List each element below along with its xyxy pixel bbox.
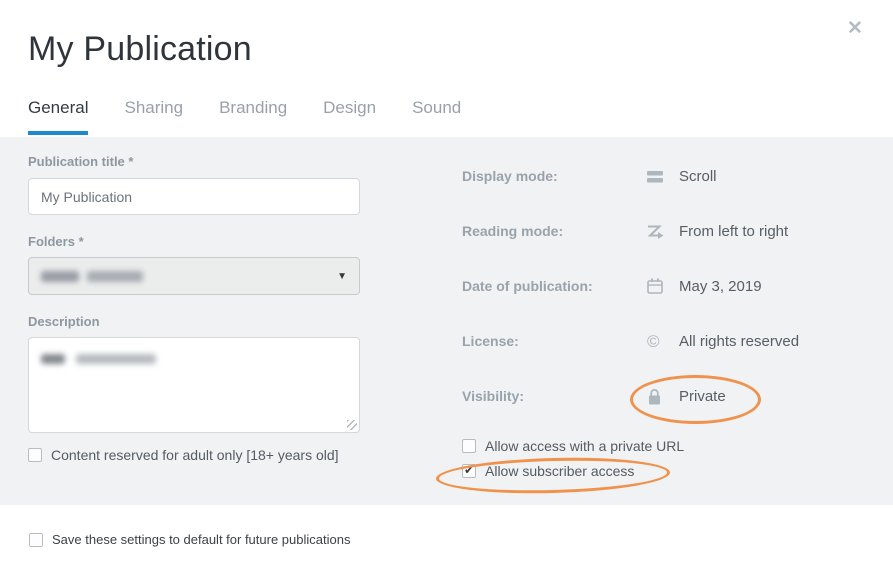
publication-settings-dialog: My Publication ✕ General Sharing Brandin… xyxy=(0,0,893,570)
reading-mode-value: From left to right xyxy=(679,223,788,240)
copyright-icon: © xyxy=(647,333,679,350)
publication-date-label: Date of publication: xyxy=(462,278,647,294)
redacted-description-text xyxy=(76,354,156,364)
tab-branding[interactable]: Branding xyxy=(219,98,287,135)
folders-label: Folders * xyxy=(28,234,84,249)
page-title: My Publication xyxy=(28,30,252,69)
lock-icon xyxy=(647,388,679,405)
license-row: License: © All rights reserved xyxy=(462,331,799,351)
subscriber-access-label: Allow subscriber access xyxy=(485,463,634,479)
general-tab-panel: Publication title * Folders * ▼ Descript… xyxy=(0,137,893,505)
description-textarea[interactable] xyxy=(28,337,360,433)
adult-only-label: Content reserved for adult only [18+ yea… xyxy=(51,447,339,463)
chevron-down-icon: ▼ xyxy=(337,271,347,282)
display-mode-row: Display mode: Scroll xyxy=(462,166,717,186)
tab-bar: General Sharing Branding Design Sound xyxy=(28,98,461,135)
display-mode-value: Scroll xyxy=(679,168,717,185)
publication-date-value: May 3, 2019 xyxy=(679,278,762,295)
visibility-row: Visibility: Private xyxy=(462,386,726,406)
publication-title-label: Publication title * xyxy=(28,154,133,169)
close-icon[interactable]: ✕ xyxy=(843,17,867,41)
redacted-description-text xyxy=(41,354,65,364)
reading-mode-label: Reading mode: xyxy=(462,223,647,239)
checkbox-box: ✔ xyxy=(29,533,43,547)
publication-title-input[interactable] xyxy=(28,178,360,215)
redacted-folder-name xyxy=(41,271,79,282)
publication-date-row: Date of publication: May 3, 2019 xyxy=(462,276,762,296)
reading-mode-row: Reading mode: From left to right xyxy=(462,221,788,241)
checkbox-box: ✔ xyxy=(28,448,42,462)
license-value: All rights reserved xyxy=(679,333,799,350)
tab-sharing[interactable]: Sharing xyxy=(124,98,183,135)
save-defaults-checkbox[interactable]: ✔ Save these settings to default for fut… xyxy=(29,532,350,547)
description-label: Description xyxy=(28,314,100,329)
calendar-icon xyxy=(647,278,679,294)
save-defaults-label: Save these settings to default for futur… xyxy=(52,532,350,547)
subscriber-access-checkbox[interactable]: ✔ Allow subscriber access xyxy=(462,463,634,479)
checkbox-box: ✔ xyxy=(462,439,476,453)
visibility-label: Visibility: xyxy=(462,388,647,404)
private-url-checkbox[interactable]: ✔ Allow access with a private URL xyxy=(462,438,684,454)
tab-design[interactable]: Design xyxy=(323,98,376,135)
resize-handle[interactable] xyxy=(347,420,357,430)
private-url-label: Allow access with a private URL xyxy=(485,438,684,454)
folders-select[interactable]: ▼ xyxy=(28,257,360,295)
visibility-value: Private xyxy=(679,388,726,405)
license-label: License: xyxy=(462,333,647,349)
redacted-folder-name xyxy=(87,271,143,282)
display-mode-label: Display mode: xyxy=(462,168,647,184)
dialog-footer: ✔ Save these settings to default for fut… xyxy=(0,505,893,570)
checkmark-icon: ✔ xyxy=(464,463,474,477)
left-to-right-icon xyxy=(647,223,679,239)
adult-only-checkbox[interactable]: ✔ Content reserved for adult only [18+ y… xyxy=(28,447,339,463)
checkbox-box: ✔ xyxy=(462,464,476,478)
tab-sound[interactable]: Sound xyxy=(412,98,461,135)
tab-general[interactable]: General xyxy=(28,98,88,135)
scroll-icon xyxy=(647,169,679,184)
